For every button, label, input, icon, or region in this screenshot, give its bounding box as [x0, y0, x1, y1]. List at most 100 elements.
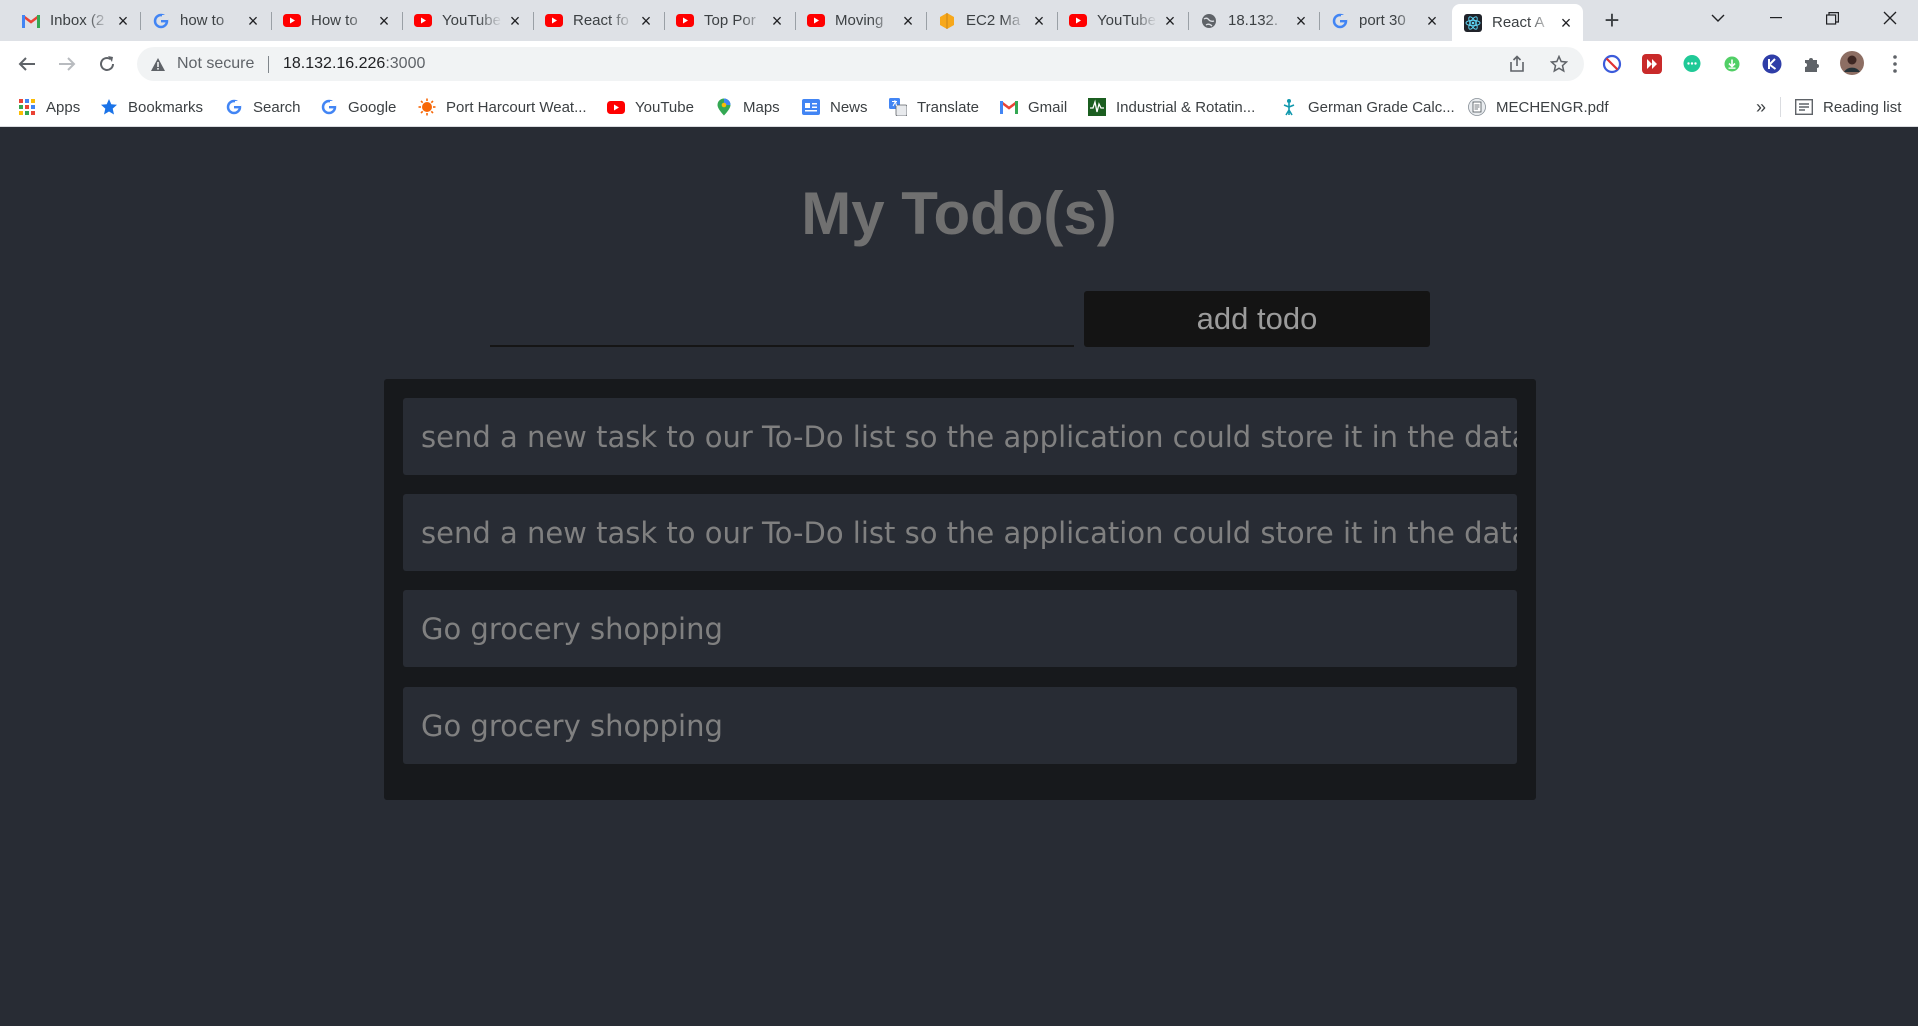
tab[interactable]: React fo × — [533, 4, 663, 37]
share-icon[interactable] — [1507, 54, 1527, 74]
close-icon[interactable]: × — [1423, 12, 1441, 30]
reload-button[interactable] — [91, 48, 123, 80]
tab-title: YouTube — [442, 12, 501, 29]
tab[interactable]: how to × — [140, 4, 270, 37]
bookmark-label: Search — [253, 98, 301, 116]
tab-active[interactable]: React A × — [1452, 4, 1583, 41]
bookmark-bookmarks[interactable]: Bookmarks — [100, 95, 203, 119]
close-icon[interactable]: × — [637, 12, 655, 30]
todo-item[interactable]: send a new task to our To-Do list so the… — [403, 494, 1517, 571]
bookmark-apps[interactable]: Apps — [18, 95, 80, 119]
tab-title: Inbox (2 — [50, 12, 105, 29]
todo-item[interactable]: Go grocery shopping — [403, 687, 1517, 764]
tab[interactable]: Inbox (2 × — [10, 4, 140, 37]
reading-list-button[interactable]: Reading list — [1795, 95, 1901, 119]
youtube-icon — [807, 12, 825, 30]
todo-list: send a new task to our To-Do list so the… — [384, 379, 1536, 800]
tab-separator — [140, 12, 141, 30]
bookmark-weather[interactable]: Port Harcourt Weat... — [418, 95, 587, 119]
minimize-button[interactable] — [1748, 0, 1804, 36]
arrow-left-icon — [18, 57, 35, 71]
bookmark-youtube[interactable]: YouTube — [607, 95, 694, 119]
tab[interactable]: port 30 × — [1319, 4, 1449, 37]
waveform-icon — [1088, 98, 1106, 116]
close-icon[interactable]: × — [244, 12, 262, 30]
url-port: :3000 — [385, 55, 426, 72]
bookmark-label: Apps — [46, 98, 81, 116]
bookmark-mechengr-pdf[interactable]: MECHENGR.pdf — [1468, 95, 1609, 119]
bookmarks-overflow-button[interactable]: » — [1756, 95, 1766, 119]
tab[interactable]: YouTube × — [1057, 4, 1187, 37]
gmail-icon — [1000, 98, 1018, 116]
arrow-right-icon — [59, 57, 76, 71]
close-icon[interactable]: × — [1030, 12, 1048, 30]
bookmark-translate[interactable]: Translate — [889, 95, 979, 119]
close-window-button[interactable] — [1862, 0, 1918, 36]
tab[interactable]: EC2 Ma × — [926, 4, 1056, 37]
tab[interactable]: 18.132. × — [1188, 4, 1318, 37]
star-icon[interactable] — [1549, 54, 1569, 74]
tab-separator — [664, 12, 665, 30]
tab-title: EC2 Ma — [966, 12, 1021, 29]
app-page: My Todo(s) add todo send a new task to o… — [0, 127, 1918, 1026]
bookmark-maps[interactable]: Maps — [715, 95, 780, 119]
bookmark-search[interactable]: Search — [225, 95, 301, 119]
k-extension-icon[interactable] — [1761, 53, 1783, 75]
tab-separator — [795, 12, 796, 30]
close-icon[interactable]: × — [1161, 12, 1179, 30]
tab-search-button[interactable] — [1690, 0, 1746, 36]
youtube-icon — [607, 98, 625, 116]
page-title: My Todo(s) — [801, 180, 1117, 247]
tab[interactable]: How to × — [271, 4, 401, 37]
forward-button[interactable] — [51, 48, 83, 80]
bookmarks-bar: Apps Bookmarks Search Google Port Harcou… — [0, 87, 1918, 127]
bookmark-label: German Grade Calc... — [1308, 98, 1455, 116]
puzzle-icon[interactable] — [1801, 53, 1823, 75]
close-icon — [1883, 11, 1897, 25]
todo-item[interactable]: Go grocery shopping — [403, 590, 1517, 667]
address-bar[interactable]: Not secure 18.132.16.226:3000 — [137, 47, 1584, 81]
tab-separator — [402, 12, 403, 30]
bookmark-news[interactable]: News — [802, 95, 868, 119]
close-icon[interactable]: × — [768, 12, 786, 30]
url-text[interactable]: 18.132.16.226:3000 — [283, 55, 425, 73]
close-icon[interactable]: × — [375, 12, 393, 30]
add-todo-button[interactable]: add todo — [1084, 291, 1430, 347]
new-tab-button[interactable]: + — [1598, 6, 1626, 34]
close-icon[interactable]: × — [114, 12, 132, 30]
url-host: 18.132.16.226 — [283, 55, 386, 72]
media-extension-icon[interactable] — [1641, 53, 1663, 75]
security-status[interactable]: Not secure — [177, 55, 254, 73]
close-icon[interactable]: × — [899, 12, 917, 30]
tab-separator — [271, 12, 272, 30]
tab[interactable]: YouTube × — [402, 4, 532, 37]
block-extension-icon[interactable] — [1601, 53, 1623, 75]
google-icon — [1331, 12, 1349, 30]
bookmark-label: Port Harcourt Weat... — [446, 98, 587, 116]
bookmark-label: News — [830, 98, 868, 116]
bookmark-google[interactable]: Google — [320, 95, 396, 119]
bookmark-gmail[interactable]: Gmail — [1000, 95, 1067, 119]
bookmark-industrial[interactable]: Industrial & Rotatin... — [1088, 95, 1255, 119]
warning-icon[interactable] — [149, 55, 167, 73]
chat-extension-icon[interactable] — [1681, 53, 1703, 75]
kebab-menu-icon[interactable] — [1884, 53, 1906, 75]
close-icon[interactable]: × — [1557, 14, 1575, 32]
divider — [1780, 97, 1781, 117]
bookmark-label: Google — [348, 98, 397, 116]
todo-input[interactable] — [490, 297, 1074, 347]
bookmark-german-grade[interactable]: German Grade Calc... — [1280, 95, 1455, 119]
close-icon[interactable]: × — [506, 12, 524, 30]
tab-title: Moving — [835, 12, 884, 29]
todo-item[interactable]: send a new task to our To-Do list so the… — [403, 398, 1517, 475]
divider — [268, 56, 269, 73]
globe-icon — [1200, 12, 1218, 30]
tab[interactable]: Moving × — [795, 4, 925, 37]
download-extension-icon[interactable] — [1721, 53, 1743, 75]
back-button[interactable] — [11, 48, 43, 80]
tab-title: how to — [180, 12, 225, 29]
close-icon[interactable]: × — [1292, 12, 1310, 30]
restore-button[interactable] — [1804, 0, 1860, 36]
tab[interactable]: Top Por × — [664, 4, 794, 37]
avatar[interactable] — [1840, 51, 1864, 75]
